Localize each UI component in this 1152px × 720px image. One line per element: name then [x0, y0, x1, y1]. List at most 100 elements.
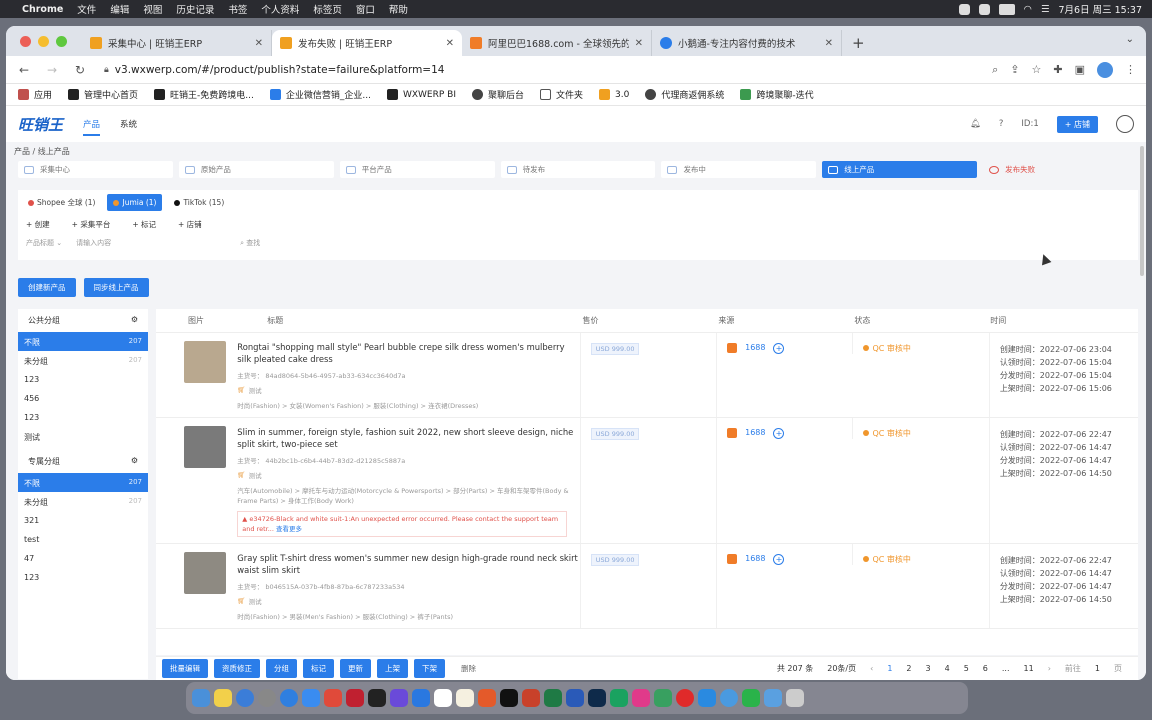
url-text[interactable]: v3.wxwerp.com/#/product/publish?state=fa…: [115, 64, 445, 76]
nav-products[interactable]: 产品: [83, 118, 101, 136]
menu-item[interactable]: 编辑: [110, 2, 129, 16]
zoom-icon[interactable]: ⌕: [992, 63, 998, 77]
mark-button[interactable]: 标记: [303, 659, 334, 678]
back-icon[interactable]: ←: [16, 63, 32, 77]
search-button[interactable]: ⌕ 查找: [240, 238, 260, 248]
app-icon[interactable]: [434, 689, 452, 707]
source-link[interactable]: 1688: [745, 428, 765, 439]
photoshop-icon[interactable]: [588, 689, 606, 707]
page-number[interactable]: 5: [964, 664, 969, 673]
platform-tab-tiktok[interactable]: TikTok (15): [168, 194, 230, 211]
step-publishing[interactable]: 发布中: [661, 161, 817, 178]
bookmark-item[interactable]: 应用: [18, 88, 52, 101]
app-icon[interactable]: [610, 689, 628, 707]
product-title[interactable]: Gray split T-shirt dress women's summer …: [237, 552, 579, 576]
bookmark-item[interactable]: WXWERP BI: [386, 89, 456, 100]
sync-online-button[interactable]: 同步线上产品: [83, 278, 149, 297]
product-thumbnail[interactable]: [184, 341, 226, 383]
product-thumbnail[interactable]: [184, 426, 226, 468]
vertical-scrollbar[interactable]: [1140, 146, 1144, 276]
app-icon[interactable]: [654, 689, 672, 707]
step-platform[interactable]: 平台产品: [339, 161, 495, 178]
filter-source-platform[interactable]: + 采集平台: [72, 219, 111, 230]
forward-icon[interactable]: →: [44, 63, 60, 77]
add-circle-icon[interactable]: +: [773, 554, 785, 565]
source-link[interactable]: 1688: [745, 343, 765, 354]
update-button[interactable]: 更新: [340, 659, 371, 678]
delist-button[interactable]: 下架: [414, 659, 445, 678]
control-center-icon[interactable]: ☰: [1041, 4, 1050, 15]
page-number[interactable]: 6: [983, 664, 988, 673]
status-icon[interactable]: [978, 3, 990, 15]
bookmark-item[interactable]: 代理商返佣系统: [645, 88, 724, 101]
menu-item[interactable]: 文件: [77, 2, 96, 16]
trash-icon[interactable]: [786, 689, 804, 707]
group-item[interactable]: 不限 207: [18, 473, 148, 492]
app-icon[interactable]: [632, 689, 650, 707]
menu-item[interactable]: 书签: [228, 2, 247, 16]
group-item[interactable]: 测试: [18, 427, 148, 446]
group-item[interactable]: 456: [18, 389, 148, 408]
wechat-icon[interactable]: [742, 689, 760, 707]
page-ellipsis[interactable]: ...: [1002, 664, 1010, 673]
step-collect[interactable]: 采集中心: [18, 161, 173, 178]
app-icon[interactable]: [368, 689, 386, 707]
group-item[interactable]: test: [18, 530, 148, 549]
bookmark-star-icon[interactable]: ☆: [1032, 63, 1042, 76]
browser-tab[interactable]: 阿里巴巴1688.com - 全球领先的 ✕: [462, 30, 652, 56]
chrome-icon[interactable]: [720, 689, 738, 707]
group-item[interactable]: 未分组 207: [18, 492, 148, 511]
folder-icon[interactable]: [764, 689, 782, 707]
bookmark-item[interactable]: 跨境聚聊-迭代: [740, 88, 814, 101]
bookmark-item[interactable]: 聚聊后台: [472, 88, 524, 101]
menu-item[interactable]: 历史记录: [176, 2, 214, 16]
bookmark-item[interactable]: 企业微信营销_企业...: [269, 88, 371, 101]
platform-tab-shopee[interactable]: Shopee 全球 (1): [22, 194, 101, 211]
profile-avatar[interactable]: [1097, 61, 1113, 78]
page-number[interactable]: 4: [945, 664, 950, 673]
settings-icon[interactable]: [258, 689, 276, 707]
step-failed[interactable]: 发布失败: [983, 161, 1138, 178]
group-item[interactable]: 123: [18, 568, 148, 587]
finder-icon[interactable]: [192, 689, 210, 707]
excel-icon[interactable]: [544, 689, 562, 707]
close-tab-icon[interactable]: ✕: [635, 38, 643, 49]
browser-tab-active[interactable]: 发布失败 | 旺销王ERP ✕: [272, 30, 462, 56]
fix-qualification-button[interactable]: 资质修正: [214, 659, 260, 678]
app-icon[interactable]: [500, 689, 518, 707]
reload-icon[interactable]: ↻: [72, 63, 88, 77]
lock-icon[interactable]: 🔒︎: [104, 65, 109, 75]
powerpoint-icon[interactable]: [522, 689, 540, 707]
product-title[interactable]: Slim in summer, foreign style, fashion s…: [237, 426, 579, 450]
app-icon[interactable]: [324, 689, 342, 707]
wifi-icon[interactable]: ◠: [1024, 4, 1032, 15]
app-icon[interactable]: [456, 689, 474, 707]
minimize-window-button[interactable]: [38, 36, 49, 47]
group-item[interactable]: 123: [18, 408, 148, 427]
safari-icon[interactable]: [236, 689, 254, 707]
page-number[interactable]: 1: [887, 664, 892, 673]
goto-page-input[interactable]: 1: [1095, 664, 1100, 673]
group-item[interactable]: 321: [18, 511, 148, 530]
browser-tab[interactable]: 小鹅通-专注内容付费的技术 ✕: [652, 30, 842, 56]
add-store-button[interactable]: + 店铺: [1056, 115, 1098, 133]
add-circle-icon[interactable]: +: [773, 343, 785, 354]
extensions-icon[interactable]: ✚: [1053, 63, 1062, 76]
app-icon[interactable]: [676, 689, 694, 707]
search-input[interactable]: 请输入内容: [76, 238, 226, 248]
menu-item[interactable]: 标签页: [313, 2, 342, 16]
close-tab-icon[interactable]: ✕: [255, 38, 263, 49]
page-number[interactable]: 2: [906, 664, 911, 673]
platform-tab-jumia[interactable]: Jumia (1): [107, 194, 163, 211]
search-field-select[interactable]: 产品标题 ⌄: [26, 238, 62, 248]
sidebar-icon[interactable]: ▣: [1075, 63, 1085, 76]
group-item[interactable]: 不限 207: [18, 332, 148, 351]
bookmark-item[interactable]: 旺销王-免费跨境电...: [154, 88, 254, 101]
group-item[interactable]: 未分组 207: [18, 351, 148, 370]
bell-icon[interactable]: 🔔︎: [970, 119, 981, 129]
group-item[interactable]: 47: [18, 549, 148, 568]
logo[interactable]: 旺销王: [18, 114, 63, 135]
help-icon[interactable]: ?: [999, 119, 1004, 129]
word-icon[interactable]: [566, 689, 584, 707]
bookmark-item[interactable]: 管理中心首页: [68, 88, 138, 101]
